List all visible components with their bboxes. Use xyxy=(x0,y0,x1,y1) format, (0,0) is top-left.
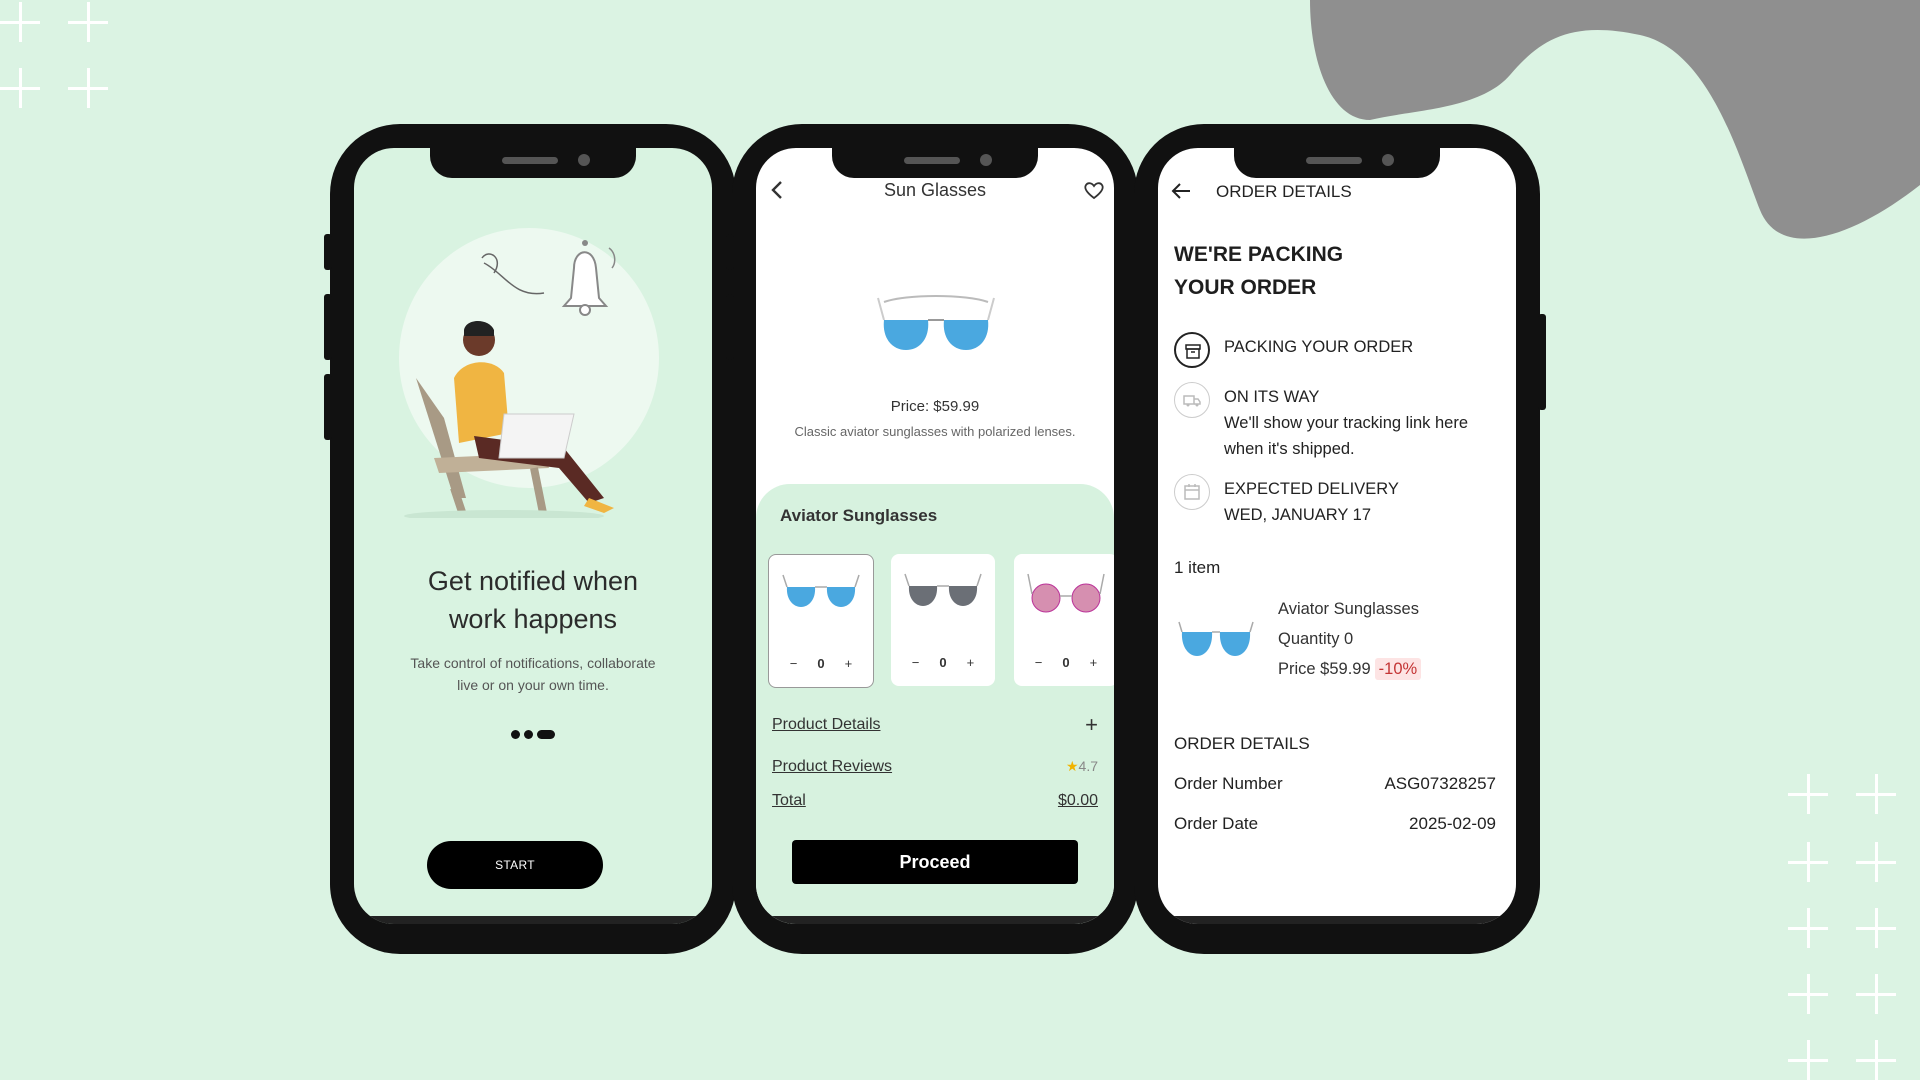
calendar-icon xyxy=(1184,484,1200,500)
decrement-button[interactable]: − xyxy=(1035,655,1043,670)
product-details-link[interactable]: Product Details xyxy=(772,716,881,733)
system-nav-bar xyxy=(1158,916,1516,924)
box-icon xyxy=(1185,344,1201,359)
phone-product: Sun Glasses Price: $59.99 Classic aviato… xyxy=(726,124,1138,954)
product-page-title: Sun Glasses xyxy=(883,180,987,200)
pink-sunglasses-icon xyxy=(1027,573,1105,613)
discount-badge: -10% xyxy=(1374,658,1422,680)
product-screen: Sun Glasses Price: $59.99 Classic aviato… xyxy=(756,148,1114,924)
quantity-value: 0 xyxy=(1062,655,1070,670)
order-details-screen: ORDER DETAILS WE'RE PACKING YOUR ORDER P… xyxy=(1158,148,1516,924)
item-quantity: Quantity 0 xyxy=(1278,630,1354,648)
plus-pattern-top-left xyxy=(0,0,110,110)
total-label: Total xyxy=(772,792,806,809)
order-step: ON ITS WAY We'll show your tracking link … xyxy=(1174,382,1500,462)
item-price: Price $59.99 xyxy=(1278,660,1371,678)
variant-card[interactable]: − 0 + xyxy=(1014,554,1114,686)
truck-icon xyxy=(1183,395,1201,407)
back-arrow-icon[interactable] xyxy=(1170,180,1192,202)
rating: ★4.7 xyxy=(1065,758,1098,774)
star-icon: ★ xyxy=(1065,758,1079,774)
product-price: Price: $59.99 xyxy=(890,398,980,415)
onboarding-title: Get notified when work happens xyxy=(427,566,639,634)
favorite-heart-icon[interactable] xyxy=(1082,178,1106,202)
proceed-button[interactable]: Proceed xyxy=(792,840,1078,884)
order-status-heading: WE'RE PACKING YOUR ORDER xyxy=(1174,243,1344,299)
item-count: 1 item xyxy=(1174,558,1221,577)
total-value: $0.00 xyxy=(1057,792,1098,809)
plus-pattern-bottom-right xyxy=(1788,774,1908,1080)
variant-card[interactable]: − 0 + xyxy=(891,554,995,686)
system-nav-bar xyxy=(354,916,712,924)
order-number-row: Order Number ASG07328257 xyxy=(1174,774,1496,793)
sunglasses-hero-image xyxy=(877,295,995,350)
product-reviews-link[interactable]: Product Reviews xyxy=(772,758,892,775)
increment-button[interactable]: + xyxy=(845,656,853,671)
start-button[interactable]: START xyxy=(427,841,603,889)
blue-sunglasses-icon xyxy=(782,574,860,607)
increment-button[interactable]: + xyxy=(967,655,975,670)
order-item-image xyxy=(1178,621,1254,656)
decrement-button[interactable]: − xyxy=(790,656,798,671)
increment-button[interactable]: + xyxy=(1090,655,1098,670)
variant-card[interactable]: − 0 + xyxy=(768,554,874,688)
variant-section-title: Aviator Sunglasses xyxy=(780,506,938,525)
expand-plus-icon[interactable]: + xyxy=(1085,712,1098,738)
grey-sunglasses-icon xyxy=(904,573,982,606)
quantity-value: 0 xyxy=(939,655,947,670)
system-nav-bar xyxy=(756,916,1114,924)
phone-onboarding: Get notified when work happens Take cont… xyxy=(324,124,736,954)
order-details-section-title: ORDER DETAILS xyxy=(1174,734,1310,753)
product-description: Classic aviator sunglasses with polarize… xyxy=(794,424,1076,439)
order-date-row: Order Date 2025-02-09 xyxy=(1174,814,1496,833)
onboarding-subtitle: Take control of notifications, collabora… xyxy=(410,655,656,693)
person-with-laptop-illustration xyxy=(399,228,659,518)
decrement-button[interactable]: − xyxy=(912,655,920,670)
quantity-value: 0 xyxy=(817,656,825,671)
item-name: Aviator Sunglasses xyxy=(1278,600,1419,618)
phone-order-details: ORDER DETAILS WE'RE PACKING YOUR ORDER P… xyxy=(1134,124,1546,954)
variant-list: − 0 + − 0 + − 0 + xyxy=(768,554,1114,688)
onboarding-screen: Get notified when work happens Take cont… xyxy=(354,148,712,924)
order-step: EXPECTED DELIVERY WED, JANUARY 17 xyxy=(1174,474,1500,534)
order-header-title: ORDER DETAILS xyxy=(1216,182,1352,201)
page-indicator[interactable] xyxy=(511,729,555,739)
order-item-details: Aviator Sunglasses Quantity 0 Price $59.… xyxy=(1278,594,1422,684)
